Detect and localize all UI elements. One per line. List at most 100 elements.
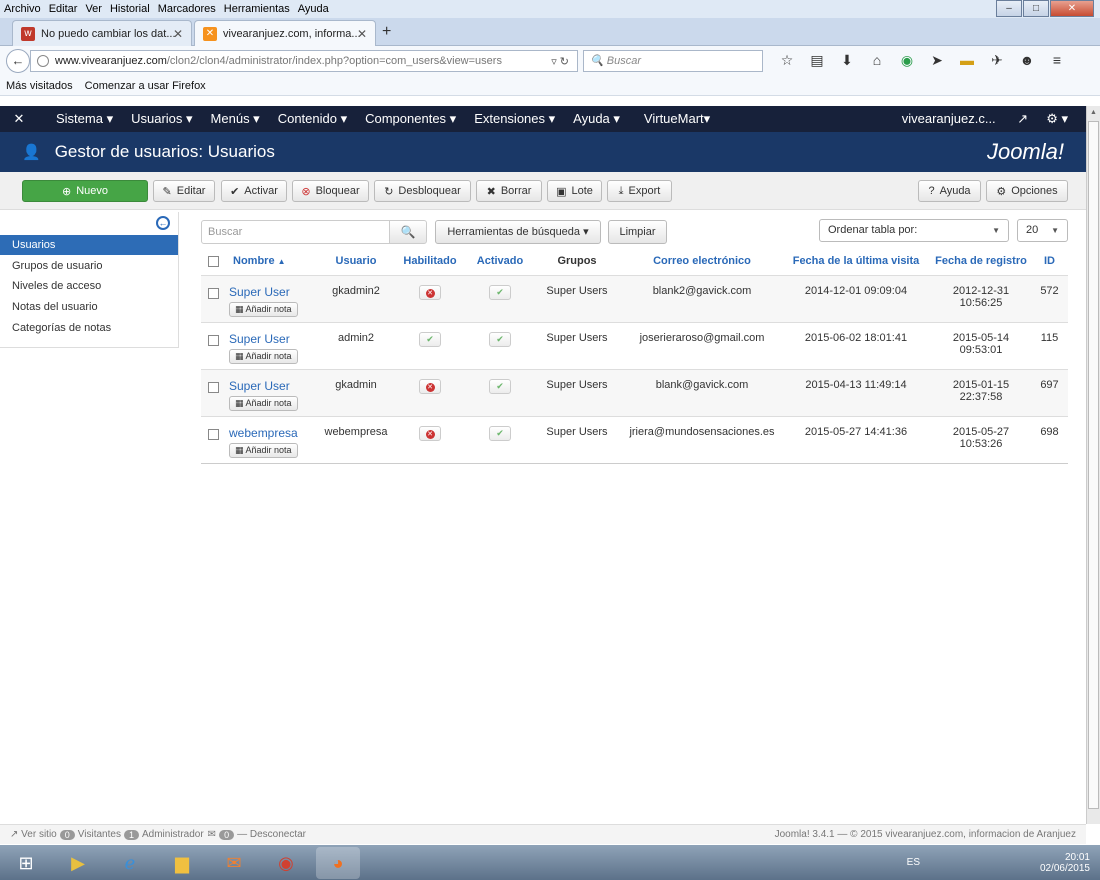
- browser-search-input[interactable]: 🔍 Buscar: [583, 50, 763, 72]
- menu-menus[interactable]: Menús ▾: [211, 111, 260, 127]
- close-window-icon[interactable]: ✕: [1050, 0, 1094, 17]
- help-button[interactable]: ? Ayuda: [918, 180, 981, 202]
- tab-close-icon[interactable]: ✕: [173, 27, 183, 41]
- chrome-icon[interactable]: ◉: [264, 847, 308, 879]
- select-all-checkbox[interactable]: [207, 255, 219, 267]
- menu-contenido[interactable]: Contenido ▾: [278, 111, 347, 127]
- menu-virtuemart[interactable]: VirtueMart▾: [644, 111, 710, 127]
- search-tools-button[interactable]: Herramientas de búsqueda ▾: [435, 220, 601, 244]
- menu-editar[interactable]: Editar: [49, 3, 78, 15]
- col-enabled[interactable]: Habilitado: [391, 248, 469, 276]
- batch-button[interactable]: ▣ Lote: [547, 180, 602, 202]
- new-button[interactable]: ⊕ Nuevo: [22, 180, 148, 202]
- bookmark-getting-started[interactable]: Comenzar a usar Firefox: [85, 80, 206, 92]
- menu-historial[interactable]: Historial: [110, 3, 150, 15]
- bookmark-star-icon[interactable]: ☆: [772, 52, 802, 69]
- sidebar-item-access-levels[interactable]: Niveles de acceso: [0, 276, 178, 296]
- sidebar-item-groups[interactable]: Grupos de usuario: [0, 256, 178, 276]
- logout-link[interactable]: — Desconectar: [237, 829, 306, 840]
- language-indicator[interactable]: ES: [907, 857, 920, 868]
- new-tab-icon[interactable]: +: [382, 23, 391, 41]
- file-explorer-icon[interactable]: ▆: [160, 847, 204, 879]
- menu-extensiones[interactable]: Extensiones ▾: [474, 111, 555, 127]
- menu-ver[interactable]: Ver: [85, 3, 102, 15]
- col-activated[interactable]: Activado: [469, 248, 531, 276]
- bookmark-most-visited[interactable]: Más visitados: [6, 80, 73, 92]
- reading-list-icon[interactable]: ▤: [802, 52, 832, 69]
- col-id[interactable]: ID: [1031, 248, 1068, 276]
- sidebar-item-users[interactable]: Usuarios: [0, 235, 178, 255]
- addon-icon[interactable]: ◉: [892, 52, 922, 69]
- tab-forum[interactable]: w No puedo cambiar los dat... ✕: [12, 20, 192, 46]
- search-input[interactable]: Buscar: [201, 220, 390, 244]
- add-note-button[interactable]: ▦ Añadir nota: [229, 301, 298, 317]
- menu-usuarios[interactable]: Usuarios ▾: [131, 111, 192, 127]
- tab-joomla-admin[interactable]: ✕ vivearanjuez.com, informa... ✕: [194, 20, 376, 46]
- clear-button[interactable]: Limpiar: [608, 220, 667, 244]
- sidebar-item-user-notes[interactable]: Notas del usuario: [0, 297, 178, 317]
- user-name-link[interactable]: Super User: [229, 285, 290, 299]
- col-register-date[interactable]: Fecha de registro: [931, 248, 1031, 276]
- view-site-link[interactable]: ↗ Ver sitio: [10, 829, 57, 840]
- download-icon[interactable]: ⬇: [832, 52, 862, 69]
- block-button[interactable]: ⊗ Bloquear: [292, 180, 369, 202]
- activated-toggle[interactable]: ✔: [489, 378, 511, 394]
- activated-toggle[interactable]: ✔: [489, 284, 511, 300]
- row-checkbox[interactable]: [207, 287, 219, 299]
- user-name-link[interactable]: Super User: [229, 379, 290, 393]
- delete-button[interactable]: ✖ Borrar: [476, 180, 542, 202]
- menu-sistema[interactable]: Sistema ▾: [56, 111, 113, 127]
- menu-ayuda[interactable]: Ayuda ▾: [573, 111, 620, 127]
- unblock-button[interactable]: ↻ Desbloquear: [374, 180, 471, 202]
- activate-button[interactable]: ✔ Activar: [221, 180, 287, 202]
- home-icon[interactable]: ⌂: [862, 52, 892, 69]
- page-scrollbar[interactable]: ▲: [1086, 106, 1100, 824]
- scroll-up-icon[interactable]: ▲: [1087, 106, 1100, 120]
- enabled-toggle[interactable]: ✕: [419, 425, 441, 441]
- row-checkbox[interactable]: [207, 428, 219, 440]
- back-arrow-icon[interactable]: ←: [6, 49, 30, 73]
- enabled-toggle[interactable]: ✕: [419, 284, 441, 300]
- search-button[interactable]: 🔍: [389, 220, 427, 244]
- maximize-icon[interactable]: □: [1023, 0, 1049, 17]
- col-last-visit[interactable]: Fecha de la última visita: [781, 248, 931, 276]
- collapse-sidebar-icon[interactable]: ←: [156, 216, 170, 230]
- activated-toggle[interactable]: ✔: [489, 425, 511, 441]
- enabled-toggle[interactable]: ✕: [419, 378, 441, 394]
- menu-archivo[interactable]: Archivo: [4, 3, 41, 15]
- outlook-icon[interactable]: ✉: [212, 847, 256, 879]
- menu-componentes[interactable]: Componentes ▾: [365, 111, 456, 127]
- internet-explorer-icon[interactable]: ℯ: [108, 847, 152, 879]
- settings-gear-icon[interactable]: ⚙ ▾: [1046, 111, 1068, 127]
- hamburger-menu-icon[interactable]: ≡: [1042, 52, 1072, 69]
- media-player-icon[interactable]: ▶: [56, 847, 100, 879]
- row-checkbox[interactable]: [207, 381, 219, 393]
- options-button[interactable]: ⚙ Opciones: [986, 180, 1068, 202]
- activated-toggle[interactable]: ✔: [489, 331, 511, 347]
- col-username[interactable]: Usuario: [321, 248, 391, 276]
- scroll-thumb[interactable]: [1088, 121, 1099, 809]
- sort-select[interactable]: Ordenar tabla por: ▼: [819, 219, 1009, 242]
- enabled-toggle[interactable]: ✔: [419, 331, 441, 347]
- menu-marcadores[interactable]: Marcadores: [158, 3, 216, 15]
- add-note-button[interactable]: ▦ Añadir nota: [229, 442, 298, 458]
- site-link[interactable]: vivearanjuez.c... ↗: [884, 111, 1028, 127]
- user-name-link[interactable]: Super User: [229, 332, 290, 346]
- export-button[interactable]: ⤓ Export: [607, 180, 672, 202]
- messages-count-badge[interactable]: 0: [219, 829, 235, 840]
- url-bar[interactable]: www.vivearanjuez.com/clon2/clon4/adminis…: [30, 50, 578, 72]
- send-icon[interactable]: ➤: [922, 52, 952, 69]
- screenshot-icon[interactable]: ▬: [952, 52, 982, 69]
- row-checkbox[interactable]: [207, 334, 219, 346]
- tab-close-icon[interactable]: ✕: [357, 27, 367, 41]
- add-note-button[interactable]: ▦ Añadir nota: [229, 395, 298, 411]
- extension-icon[interactable]: ✈: [982, 52, 1012, 69]
- reload-icon[interactable]: ▿ ↻: [551, 55, 569, 68]
- user-name-link[interactable]: webempresa: [229, 426, 298, 440]
- start-windows-icon[interactable]: ⊞: [4, 847, 48, 879]
- limit-select[interactable]: 20 ▼: [1017, 219, 1068, 242]
- firefox-icon[interactable]: ◕: [316, 846, 360, 879]
- minimize-icon[interactable]: –: [996, 0, 1022, 17]
- col-name[interactable]: Nombre ▲: [225, 248, 321, 276]
- edit-button[interactable]: ✎ Editar: [153, 180, 215, 202]
